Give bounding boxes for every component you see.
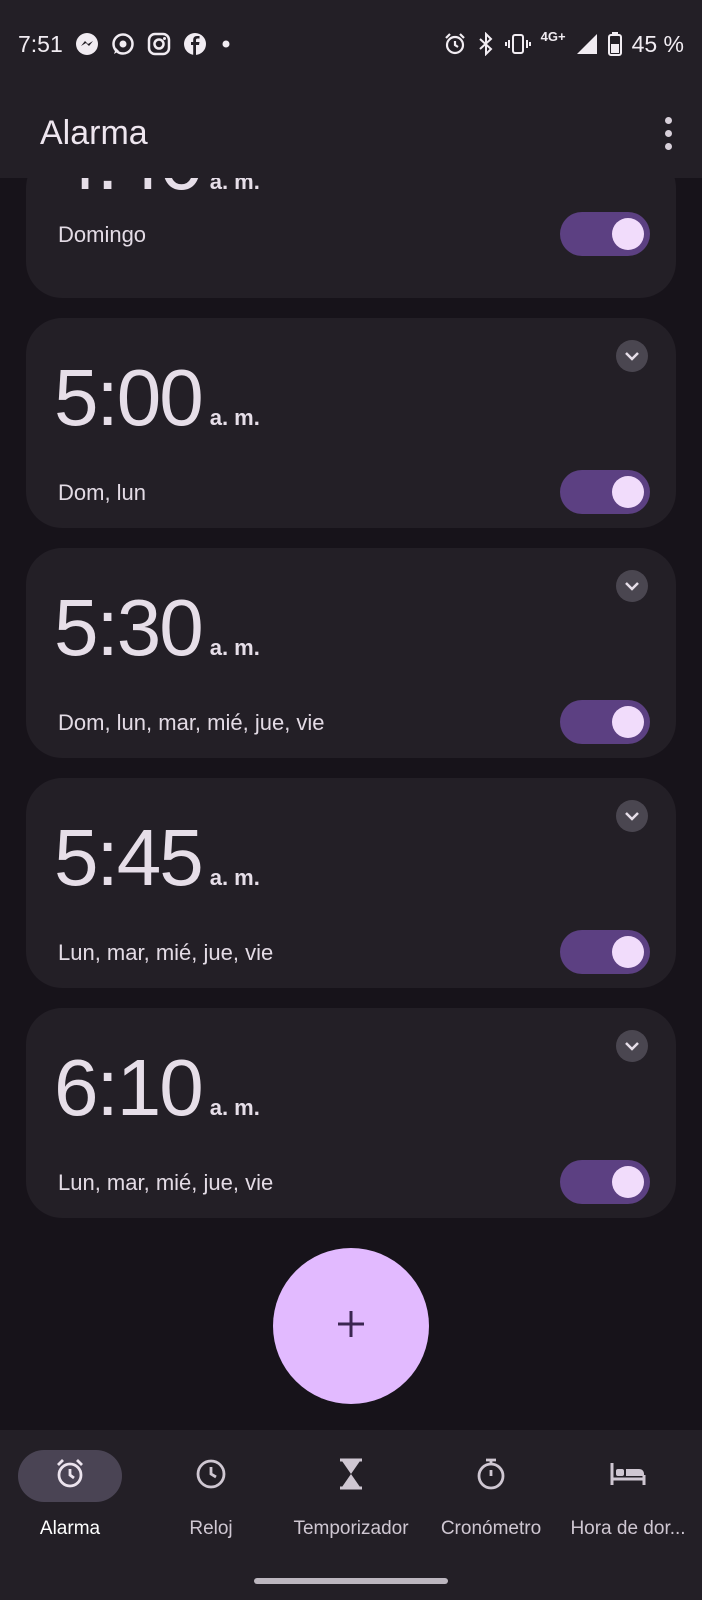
- alarm-card[interactable]: 5:30 a. m. Dom, lun, mar, mié, jue, vie: [26, 548, 676, 758]
- add-alarm-button[interactable]: [273, 1248, 429, 1404]
- alarm-time-ampm: a. m.: [209, 178, 260, 194]
- nav-label: Alarma: [39, 1518, 101, 1539]
- nav-label: Cronómetro: [440, 1518, 542, 1539]
- alarm-time[interactable]: 5:45 a. m.: [54, 818, 260, 898]
- alarm-card[interactable]: 5:00 a. m. Dom, lun: [26, 318, 676, 528]
- alarm-time[interactable]: 5:30 a. m.: [54, 588, 260, 668]
- alarm-time-ampm: a. m.: [209, 405, 260, 430]
- messenger-icon: [75, 32, 99, 56]
- alarm-time[interactable]: 6:10 a. m.: [54, 1048, 260, 1128]
- bed-icon: [609, 1459, 647, 1494]
- instagram-icon: [147, 32, 171, 56]
- alarm-time[interactable]: 4:40 a. m.: [54, 178, 260, 202]
- toggle-thumb: [612, 476, 644, 508]
- alarm-status-icon: [443, 32, 467, 56]
- chevron-down-icon[interactable]: [616, 800, 648, 832]
- alarm-time-ampm: a. m.: [209, 1095, 260, 1120]
- alarm-toggle[interactable]: [560, 930, 650, 974]
- alarm-time-digits: 5:45: [54, 813, 204, 902]
- alarm-time[interactable]: 5:00 a. m.: [54, 358, 260, 438]
- alarm-days: Lun, mar, mié, jue, vie: [58, 1170, 274, 1195]
- status-time: 7:51: [18, 30, 63, 57]
- nav-pill-active: [18, 1450, 122, 1502]
- nav-label: Temporizador: [293, 1518, 409, 1539]
- nav-pill: [439, 1450, 543, 1502]
- facebook-icon: [183, 32, 207, 56]
- nav-item-temporizador[interactable]: Temporizador: [281, 1430, 421, 1600]
- alarm-time-ampm: a. m.: [209, 865, 260, 890]
- alarm-icon: [53, 1457, 87, 1496]
- home-indicator[interactable]: [254, 1578, 448, 1584]
- alarm-time-digits: 6:10: [54, 1043, 204, 1132]
- alarm-toggle[interactable]: [560, 470, 650, 514]
- alarm-time-digits: 5:00: [54, 353, 204, 442]
- alarm-days: Dom, lun: [58, 480, 147, 505]
- nav-item-cronometro[interactable]: Cronómetro: [421, 1430, 561, 1600]
- alarm-time-digits: 5:30: [54, 583, 204, 672]
- chevron-down-icon[interactable]: [616, 340, 648, 372]
- nav-pill: [159, 1450, 263, 1502]
- app-bar: Alarma: [0, 88, 702, 178]
- hourglass-icon: [336, 1457, 366, 1496]
- alarm-days: Dom, lun, mar, mié, jue, vie: [58, 710, 325, 735]
- alarm-card[interactable]: 6:10 a. m. Lun, mar, mié, jue, vie: [26, 1008, 676, 1218]
- chevron-down-icon[interactable]: [616, 1030, 648, 1062]
- alarm-toggle[interactable]: [560, 212, 650, 256]
- more-vert-icon[interactable]: [658, 113, 678, 153]
- alarm-card[interactable]: 4:40 a. m. Domingo: [26, 178, 676, 298]
- toggle-thumb: [612, 706, 644, 738]
- page-title: Alarma: [40, 113, 148, 152]
- nav-label: Reloj: [189, 1518, 233, 1539]
- nav-item-hora-de-dormir[interactable]: Hora de dor...: [558, 1430, 698, 1600]
- alarm-toggle[interactable]: [560, 700, 650, 744]
- toggle-thumb: [612, 1166, 644, 1198]
- alarm-time-digits: 4:40: [54, 178, 204, 202]
- alarm-days: Lun, mar, mié, jue, vie: [58, 940, 274, 965]
- alarm-toggle[interactable]: [560, 1160, 650, 1204]
- clock-icon: [194, 1457, 228, 1496]
- more-notifications-dot-icon: [219, 37, 233, 51]
- toggle-thumb: [612, 218, 644, 250]
- alarm-time-ampm: a. m.: [209, 635, 260, 660]
- battery-percent: 45 %: [631, 30, 684, 57]
- nav-pill: [576, 1450, 680, 1502]
- alarm-card[interactable]: 5:45 a. m. Lun, mar, mié, jue, vie: [26, 778, 676, 988]
- nav-item-reloj[interactable]: Reloj: [141, 1430, 281, 1600]
- nav-item-alarma[interactable]: Alarma: [0, 1430, 140, 1600]
- nav-pill: [299, 1450, 403, 1502]
- whatsapp-icon: [111, 32, 135, 56]
- battery-icon: [607, 32, 622, 56]
- bluetooth-icon: [477, 32, 495, 56]
- signal-icon: [576, 33, 598, 55]
- vibrate-icon: [504, 32, 531, 56]
- network-type: 4G+: [540, 28, 566, 44]
- status-bar: 7:51 4G+ 45 %: [0, 0, 702, 88]
- bottom-nav: Alarma Reloj Temporizador Cronómetro Hor…: [0, 1430, 702, 1600]
- alarm-days: Domingo: [58, 222, 147, 247]
- chevron-down-icon[interactable]: [616, 570, 648, 602]
- stopwatch-icon: [474, 1457, 508, 1496]
- alarm-list[interactable]: 4:40 a. m. Domingo 5:00 a. m. Dom, lun 5…: [0, 178, 702, 1230]
- status-right: 4G+ 45 %: [443, 28, 684, 58]
- add-icon: [336, 1309, 366, 1344]
- nav-label: Hora de dor...: [570, 1518, 686, 1539]
- status-left: 7:51: [18, 31, 233, 58]
- toggle-thumb: [612, 936, 644, 968]
